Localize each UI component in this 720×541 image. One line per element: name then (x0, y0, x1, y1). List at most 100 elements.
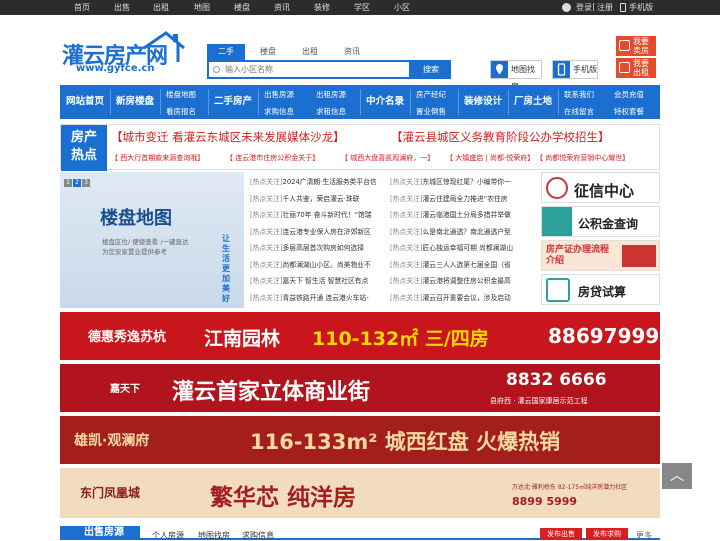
top-sep: | (592, 2, 595, 11)
estate-map-banner[interactable]: 123 楼盘地图 楼盘区位/ 便捷查看 /一键直达 为您安家置业提供参考 让生活… (60, 172, 244, 308)
news-item-title: 多层高层首次购房如何选择 (282, 244, 365, 252)
nav-sale-listings[interactable]: 出售房源 (264, 89, 294, 100)
sell-line2: 卖房 (633, 46, 649, 55)
top-nav-decor[interactable]: 装修 (314, 2, 330, 13)
mobile-link[interactable]: 手机版 (629, 2, 653, 13)
hot-news-tag: 房产 热点 (61, 125, 107, 171)
nav-divider (360, 89, 361, 115)
news-item-tag: [热点关注] (250, 194, 283, 203)
top-nav-rent[interactable]: 出租 (153, 2, 169, 13)
news-item[interactable]: [热点关注]尚都澜湖山小区。尚美物业不 (250, 259, 386, 269)
nav-contact[interactable]: 联系我们 (564, 89, 594, 100)
news-item[interactable]: [热点关注]灌云港将调整住房公积金最高 (390, 275, 526, 285)
ad-banner-fenghuang[interactable]: 东门凤凰城 繁华芯 纯洋房 万达北·雅利桥东 82-175㎡纯洋房潜力社区 88… (60, 468, 660, 518)
news-item[interactable]: [热点关注]壮丽70年 奋斗新时代！“馆瑞 (250, 209, 386, 219)
top-nav-community[interactable]: 小区 (394, 2, 410, 13)
nav-new-estate[interactable]: 新房楼盘 (116, 85, 154, 119)
hot-news-link[interactable]: 【 连云港市住房公积金关于】 (226, 153, 319, 163)
link-map-search[interactable]: 地图找房 (198, 530, 230, 541)
tab-estate[interactable]: 楼盘 (249, 44, 287, 60)
news-item[interactable]: [热点关注]东城区惊现红尾？小编带你一 (390, 176, 526, 186)
cert-process-button[interactable]: 房产证办理流程介绍 (541, 240, 660, 271)
back-to-top-button[interactable]: ︿ (662, 463, 692, 489)
loan-calc-label: 房贷试算 (578, 285, 627, 299)
nav-rent-listings[interactable]: 出租房源 (316, 89, 346, 100)
link-personal[interactable]: 个人房源 (152, 530, 184, 541)
news-item[interactable]: [热点关注]连云港专业保人房在浒郊新区 (250, 226, 386, 236)
news-item[interactable]: [热点关注]灌云住建局全力推进“农住房 (390, 193, 526, 203)
news-item[interactable]: [热点关注]么是南北通透？南北通透户型 (390, 226, 526, 236)
hot-news-link[interactable]: 【 西大行首期款来源查询哦】 (111, 153, 204, 163)
nav-vip[interactable]: 特权套餐 (614, 106, 644, 117)
top-nav-sale[interactable]: 出售 (114, 2, 130, 13)
news-item[interactable]: [热点关注]灌云临港国土分局多措并举做 (390, 209, 526, 219)
news-item-title: 连云港专业保人房在浒郊新区 (282, 227, 371, 236)
top-nav-home[interactable]: 首页 (74, 2, 90, 13)
top-nav-news[interactable]: 资讯 (274, 2, 290, 13)
banner-page-dot[interactable]: 2 (73, 179, 81, 187)
credit-center-button[interactable]: 征信中心 (541, 172, 660, 203)
mobile-version-button[interactable]: 手机版 (552, 60, 598, 79)
nav-property-trade[interactable]: 置业倒售 (416, 106, 446, 117)
nav-second-hand[interactable]: 二手房产 (214, 85, 252, 119)
news-item[interactable]: [热点关注]青益铁路开通 连云港火车站- (250, 292, 386, 302)
nav-buy-requests[interactable]: 求购信息 (264, 106, 294, 117)
news-item[interactable]: [热点关注]多层高层首次购房如何选择 (250, 242, 386, 252)
top-nav-school[interactable]: 学区 (354, 2, 370, 13)
nav-divider (160, 89, 161, 115)
register-link[interactable]: 注册 (597, 2, 613, 13)
hot-headline[interactable]: 【城市变迁 看灌云东城区未来发展媒体沙龙】 (111, 129, 345, 145)
news-item[interactable]: [热点关注]灌云召开重要会议，涉及启动 (390, 292, 526, 302)
top-nav-map[interactable]: 地图 (194, 2, 210, 13)
search-input[interactable] (209, 62, 389, 77)
banner-page-dot[interactable]: 1 (64, 179, 72, 187)
nav-message[interactable]: 在线留言 (564, 106, 594, 117)
nav-sign-up[interactable]: 看房报名 (166, 106, 196, 117)
map-search-button[interactable]: 地图找房 (490, 60, 542, 91)
link-buy-requests[interactable]: 求购信息 (242, 530, 274, 541)
ad-banner-jiatianxia[interactable]: 嘉天下 灌云首家立体商业街 8832 6666 县府西 · 灌云国家康居示范工程 (60, 364, 660, 412)
rent-out-button[interactable]: 我要 出租 (616, 58, 656, 78)
news-item[interactable]: [热点关注]千人共鉴，荣启灌云·珠联 (250, 193, 386, 203)
banner-page-dot[interactable]: 3 (82, 179, 90, 187)
sell-icon (619, 40, 630, 51)
post-buy-button[interactable]: 发布求购 (586, 528, 628, 540)
site-logo[interactable]: 灌云房产网 www.gyfce.cn (62, 30, 192, 78)
fund-query-button[interactable]: 公积金查询 (541, 206, 660, 237)
tab-news[interactable]: 资讯 (333, 44, 371, 60)
ad-banner-guanlan[interactable]: 雄凯·观澜府 116-133m² 城西红盘 火爆热销 (60, 416, 660, 464)
ad-phone: 8832 6666 (506, 370, 607, 390)
fund-label: 公积金查询 (578, 217, 639, 231)
nav-factory-land[interactable]: 厂房土地 (514, 85, 552, 119)
ad-brand: 东门凤凰城 (80, 486, 141, 500)
tab-rent[interactable]: 出租 (291, 44, 329, 60)
news-item-title: 尚都澜湖山小区。尚美物业不 (282, 260, 371, 269)
sell-house-button[interactable]: 我要 卖房 (616, 36, 656, 56)
news-item[interactable]: [热点关注]2024广清朗·生活服务类平台信 (250, 176, 386, 186)
hot-headline[interactable]: 【灌云县城区义务教育阶段公办学校招生】 (391, 129, 610, 145)
news-item[interactable]: [热点关注]匠心独运幸福可期 尚都澜湖山 (390, 242, 526, 252)
nav-agents[interactable]: 中介名录 (366, 85, 404, 119)
post-sale-button[interactable]: 发布出售 (540, 528, 582, 540)
tab-second-hand[interactable]: 二手 (207, 44, 245, 60)
hot-news-link[interactable]: 【 尚都悦荣府营销中心耀世】 (536, 153, 629, 163)
nav-decoration[interactable]: 装修设计 (464, 85, 502, 119)
nav-estate-map[interactable]: 楼盘地图 (166, 89, 196, 100)
login-link[interactable]: 登录 (576, 2, 592, 13)
nav-home[interactable]: 网站首页 (66, 85, 104, 119)
ad-banner-jiangnan[interactable]: 德惠秀逸苏杭 江南园林 110-132㎡ 三/四房 88697999 (60, 312, 660, 360)
hot-news-link[interactable]: 【 大镇盛启 | 尚都·悦荣府】 (446, 153, 534, 163)
search-button[interactable]: 搜索 (411, 60, 451, 79)
nav-divider (208, 89, 209, 115)
nav-rent-requests[interactable]: 求租信息 (316, 106, 346, 117)
news-item[interactable]: [热点关注]嘉天下 智生活 智慧社区有点 (250, 275, 386, 285)
nav-divider (508, 89, 509, 115)
more-link[interactable]: 更多 (636, 530, 652, 541)
top-nav-estate[interactable]: 楼盘 (234, 2, 250, 13)
nav-recharge[interactable]: 会员充值 (614, 89, 644, 100)
loan-calc-button[interactable]: 房贷试算 (541, 274, 660, 305)
hot-news-link[interactable]: 【 城西大盘喜凯观澜府，一】 (341, 153, 434, 163)
nav-brokers[interactable]: 房产经纪 (416, 89, 446, 100)
news-item[interactable]: [热点关注]灌云三人入选第七届全国（省 (390, 259, 526, 269)
news-item-tag: [热点关注] (250, 211, 283, 219)
